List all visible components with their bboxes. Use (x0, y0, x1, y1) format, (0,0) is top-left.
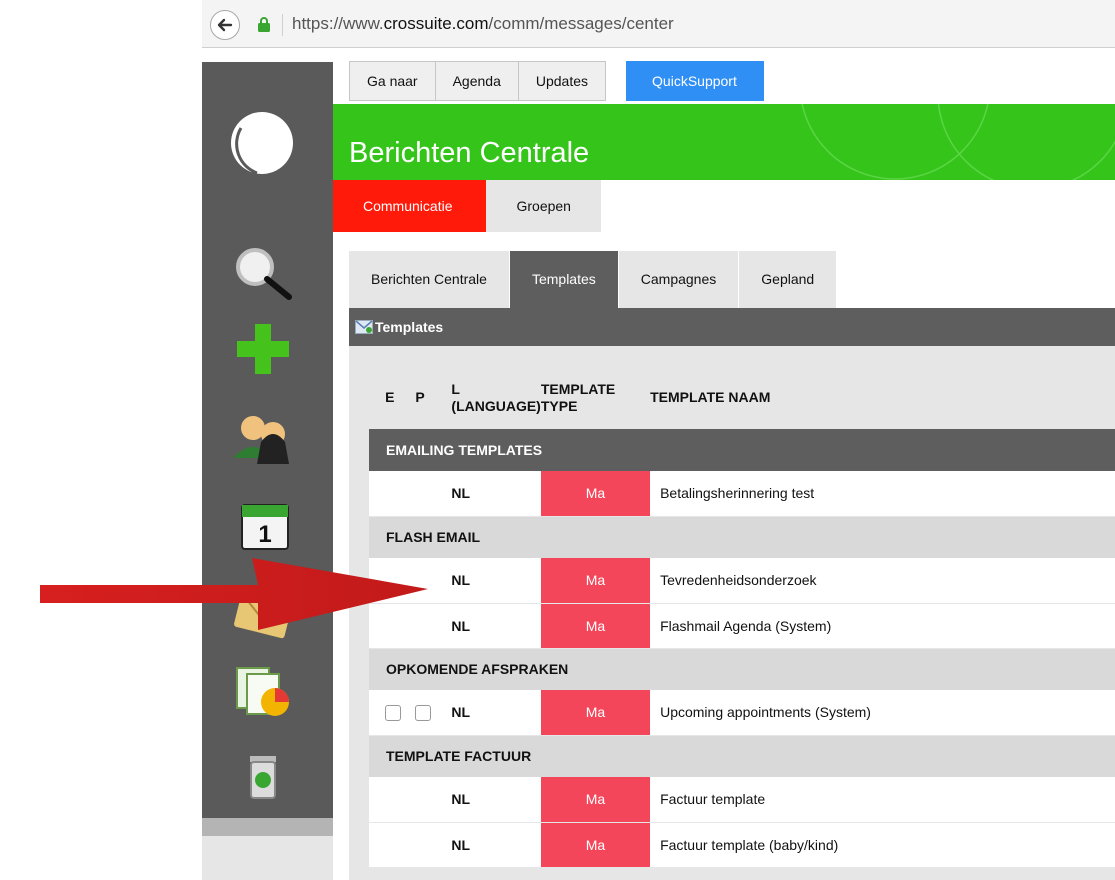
sidebar-bottom-area (202, 836, 333, 880)
table-row[interactable]: NL Ma Upcoming appointments (System) (369, 690, 1115, 735)
row-template-name[interactable]: Betalingsherinnering test (650, 471, 1115, 516)
row-type-badge: Ma (540, 603, 651, 648)
templates-panel-header: Templates (349, 308, 1115, 346)
browser-address-bar: https://www.crossuite.com/comm/messages/… (202, 0, 1115, 48)
row-template-name[interactable]: Factuur template (baby/kind) (650, 822, 1115, 867)
checkbox-p[interactable] (415, 704, 432, 721)
url-field[interactable]: https://www.crossuite.com/comm/messages/… (292, 14, 674, 34)
url-divider (282, 14, 283, 36)
row-language: NL (451, 791, 471, 808)
table-row[interactable]: NL Ma Factuur template (baby/kind) (369, 822, 1115, 867)
trash-icon[interactable] (227, 750, 297, 806)
group-template-factuur: TEMPLATE FACTUUR (369, 735, 1115, 777)
svg-text:1: 1 (258, 521, 271, 548)
envelope-icon (355, 320, 373, 334)
row-template-name[interactable]: Tevredenheidsonderzoek (650, 558, 1115, 603)
group-emailing-templates: EMAILING TEMPLATES (369, 429, 1115, 471)
group-flash-email: FLASH EMAIL (369, 516, 1115, 558)
row-type-badge: Ma (540, 690, 651, 735)
row-language: NL (451, 572, 471, 589)
nav-communicatie[interactable]: Communicatie (333, 180, 487, 232)
tab-gepland[interactable]: Gepland (739, 251, 838, 308)
menu-agenda[interactable]: Agenda (435, 61, 519, 101)
row-language: NL (451, 704, 471, 721)
page-header: Berichten Centrale (333, 104, 1115, 180)
row-language: NL (451, 836, 471, 853)
back-arrow-icon (217, 18, 233, 32)
tab-templates[interactable]: Templates (509, 251, 619, 308)
row-type-badge: Ma (540, 777, 651, 822)
col-p: P (415, 389, 425, 405)
row-type-badge: Ma (540, 822, 651, 867)
search-icon[interactable] (227, 245, 297, 301)
col-e: E (385, 389, 395, 405)
table-row[interactable]: NL Ma Flashmail Agenda (System) (369, 603, 1115, 648)
quicksupport-button[interactable]: QuickSupport (626, 61, 764, 101)
table-row[interactable]: NL Ma Factuur template (369, 777, 1115, 822)
table-row[interactable]: NL Ma Betalingsherinnering test (369, 471, 1115, 516)
row-language: NL (451, 485, 471, 502)
add-icon[interactable] (227, 318, 297, 378)
section-nav: Communicatie Groepen (333, 180, 601, 232)
templates-table: E P L (LANGUAGE) TEMPLATE TYPE TEMPLATE NA… (369, 366, 1115, 868)
tab-campagnes[interactable]: Campagnes (618, 251, 740, 308)
lock-icon (258, 17, 270, 32)
checkbox-e[interactable] (385, 704, 402, 721)
row-type-badge: Ma (540, 471, 651, 516)
reports-icon[interactable] (227, 660, 297, 720)
row-template-name[interactable]: Flashmail Agenda (System) (650, 603, 1115, 648)
row-template-name[interactable]: Factuur template (650, 777, 1115, 822)
col-template-naam: TEMPLATE NAAM (650, 389, 771, 405)
back-button[interactable] (210, 10, 240, 40)
logo-icon[interactable] (227, 108, 297, 178)
menu-ga-naar[interactable]: Ga naar (349, 61, 436, 101)
table-row[interactable]: NL Ma Tevredenheidsonderzoek (369, 558, 1115, 603)
row-language: NL (451, 617, 471, 634)
nav-groepen[interactable]: Groepen (486, 180, 601, 232)
col-template-type: TEMPLATE TYPE (540, 380, 616, 414)
calendar-icon[interactable]: 1 (227, 495, 297, 553)
tab-berichten-centrale[interactable]: Berichten Centrale (349, 251, 510, 308)
panel-title: Templates (375, 319, 444, 335)
group-opkomende-afspraken: OPKOMENDE AFSPRAKEN (369, 648, 1115, 690)
col-language: L (LANGUAGE) (451, 380, 541, 414)
sidebar-footer (202, 818, 333, 836)
row-type-badge: Ma (540, 558, 651, 603)
users-icon[interactable] (227, 408, 297, 468)
row-template-name[interactable]: Upcoming appointments (System) (650, 690, 1115, 735)
menu-updates[interactable]: Updates (518, 61, 607, 101)
page-title: Berichten Centrale (349, 137, 590, 169)
top-menu: Ga naar Agenda Updates QuickSupport (349, 61, 764, 101)
table-header-row: E P L (LANGUAGE) TEMPLATE TYPE TEMPLATE NA… (369, 366, 1115, 429)
content-tabs: Berichten Centrale Templates Campagnes G… (349, 251, 838, 308)
annotation-arrow-icon (40, 558, 428, 630)
